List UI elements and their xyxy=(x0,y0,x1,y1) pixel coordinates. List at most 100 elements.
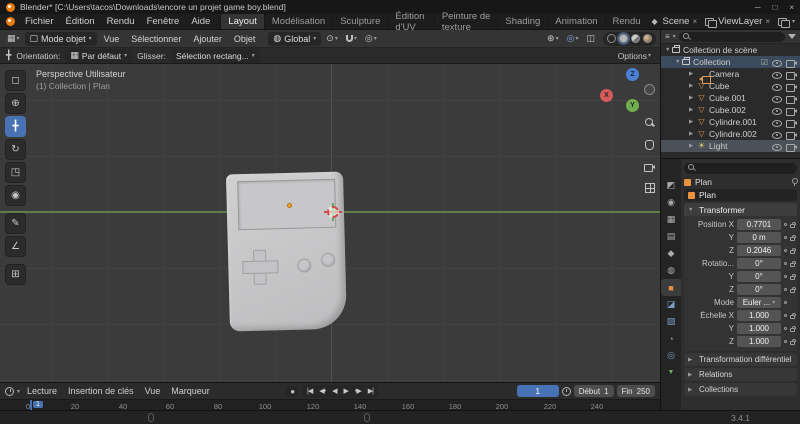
outliner-item-light[interactable]: ▶ ☀ Light xyxy=(661,140,800,152)
scale-x-field[interactable]: 1.000 xyxy=(737,310,781,321)
lock-icon[interactable] xyxy=(790,328,795,332)
camera-visibility-icon[interactable] xyxy=(786,82,797,91)
orientation-default-dropdown[interactable]: ▦ Par défaut ▾ xyxy=(65,49,132,63)
tab-tool-icon[interactable]: ◩ xyxy=(661,177,681,194)
rotation-z-field[interactable]: 0° xyxy=(737,284,781,295)
lock-icon[interactable] xyxy=(790,237,795,241)
outliner-item-cylindre-001[interactable]: ▶ ▽ Cylindre.001 xyxy=(661,116,800,128)
animate-dot[interactable] xyxy=(784,262,787,265)
camera-visibility-icon[interactable] xyxy=(786,70,797,79)
mode-dropdown[interactable]: ▢ Mode objet ▾ xyxy=(25,32,97,46)
lock-icon[interactable] xyxy=(790,224,795,228)
animate-dot[interactable] xyxy=(784,288,787,291)
camera-view-icon[interactable] xyxy=(644,162,655,171)
collection-checkbox[interactable]: ☑ xyxy=(761,58,768,67)
section-collections[interactable]: ▶ Collections xyxy=(684,383,797,396)
options-dropdown[interactable]: Options ▾ xyxy=(615,51,654,61)
camera-visibility-icon[interactable] xyxy=(786,106,797,115)
blender-menu-logo[interactable] xyxy=(6,17,15,26)
viewlayer-unlink-icon[interactable]: × xyxy=(765,17,770,26)
show-overlays-toggle[interactable]: ◎ ▾ xyxy=(564,34,582,43)
lock-icon[interactable] xyxy=(790,315,795,319)
outliner-row-scene-collection[interactable]: ▼ Collection de scène xyxy=(661,44,800,56)
gizmo-x-axis[interactable]: X xyxy=(600,89,613,102)
rotation-x-field[interactable]: 0° xyxy=(737,258,781,269)
lock-icon[interactable] xyxy=(790,289,795,293)
disclosure-icon[interactable]: ▶ xyxy=(689,95,696,101)
menu-vue[interactable]: Vue xyxy=(99,34,125,44)
menu-fenetre[interactable]: Fenêtre xyxy=(141,14,186,29)
object-name-field[interactable]: Plan xyxy=(684,189,797,201)
menu-marqueur[interactable]: Marqueur xyxy=(167,386,214,396)
disclosure-icon[interactable]: ▶ xyxy=(689,83,696,89)
scale-z-field[interactable]: 1.000 xyxy=(737,336,781,347)
gizmo-z-axis[interactable]: Z xyxy=(626,68,639,81)
tab-layout[interactable]: Layout xyxy=(220,14,264,29)
eye-icon[interactable] xyxy=(772,82,782,90)
shading-wireframe-button[interactable] xyxy=(607,34,616,43)
section-delta-transform[interactable]: ▶ Transformation différentiel xyxy=(684,353,797,366)
viewlayer-selector[interactable]: ViewLayer × xyxy=(701,16,774,27)
animate-dot[interactable] xyxy=(784,249,787,252)
tab-scene-icon[interactable]: ◆ xyxy=(661,245,681,262)
drag-mode-dropdown[interactable]: Sélection rectang... ▾ xyxy=(171,49,260,63)
tab-rendu[interactable]: Rendu xyxy=(605,14,648,29)
next-keyframe-button[interactable]: •▶ xyxy=(352,387,364,395)
disclosure-icon[interactable]: ▶ xyxy=(689,119,696,125)
eye-icon[interactable] xyxy=(772,106,782,114)
disclosure-icon[interactable]: ▶ xyxy=(689,71,696,77)
gizmo-negative-axis[interactable] xyxy=(644,84,655,95)
animate-dot[interactable] xyxy=(784,223,787,226)
close-button[interactable]: × xyxy=(789,3,794,12)
snapping-toggle[interactable]: ▾ xyxy=(343,35,360,42)
tab-world-icon[interactable]: ◍ xyxy=(661,262,681,279)
tab-shading[interactable]: Shading xyxy=(497,14,547,29)
tab-physics-icon[interactable]: ◔ xyxy=(661,330,681,347)
tool-rotate[interactable]: ↻ xyxy=(5,139,26,160)
renderlayer-icon[interactable] xyxy=(778,18,788,26)
gameboy-model[interactable] xyxy=(226,171,347,331)
animate-dot[interactable] xyxy=(784,275,787,278)
disclosure-icon[interactable]: ▼ xyxy=(665,47,672,53)
disclosure-icon[interactable]: ▼ xyxy=(675,59,682,65)
minimize-button[interactable]: ─ xyxy=(755,3,761,12)
outliner-search-input[interactable] xyxy=(679,32,785,42)
tab-peinture-texture[interactable]: Peinture de texture xyxy=(434,14,498,29)
tool-add-cube[interactable]: ⊞ xyxy=(5,264,26,285)
eye-icon[interactable] xyxy=(772,130,782,138)
camera-visibility-icon[interactable] xyxy=(786,94,797,103)
filter-icon[interactable] xyxy=(788,34,796,39)
tab-animation[interactable]: Animation xyxy=(547,14,604,29)
tab-viewlayer-icon[interactable]: ▤ xyxy=(661,228,681,245)
eye-icon[interactable] xyxy=(772,118,782,126)
lock-icon[interactable] xyxy=(790,250,795,254)
tool-select-box[interactable]: ◻ xyxy=(5,70,26,91)
animate-dot[interactable] xyxy=(784,340,787,343)
current-frame-field[interactable]: 1 xyxy=(517,385,559,397)
timeline-editor-icon[interactable] xyxy=(5,387,14,396)
tool-move[interactable]: ╋ xyxy=(5,116,26,137)
pivot-point-button[interactable]: ⊙ ▾ xyxy=(323,34,341,43)
menu-aide[interactable]: Aide xyxy=(185,14,216,29)
animate-dot[interactable] xyxy=(784,314,787,317)
disclosure-icon[interactable]: ▶ xyxy=(689,131,696,137)
pan-hand-icon[interactable] xyxy=(645,140,654,150)
camera-visibility-icon[interactable] xyxy=(786,130,797,139)
menu-vue-timeline[interactable]: Vue xyxy=(141,386,165,396)
camera-visibility-icon[interactable] xyxy=(786,58,797,67)
gizmo-y-axis[interactable]: Y xyxy=(626,99,639,112)
jump-end-button[interactable]: ▶| xyxy=(365,387,376,395)
breadcrumb-object[interactable]: Plan xyxy=(695,177,712,187)
shading-material-button[interactable] xyxy=(631,34,640,43)
outliner-item-cylindre-002[interactable]: ▶ ▽ Cylindre.002 xyxy=(661,128,800,140)
navigation-gizmo[interactable]: Z X Y xyxy=(600,68,658,114)
properties-search-input[interactable] xyxy=(684,163,797,174)
outliner-item-cube-001[interactable]: ▶ ▽ Cube.001 xyxy=(661,92,800,104)
lock-icon[interactable] xyxy=(790,276,795,280)
outliner-row-collection[interactable]: ▼ Collection ☑ xyxy=(661,56,800,68)
menu-insertion-cles[interactable]: Insertion de clés xyxy=(64,386,138,396)
outliner-editor-icon[interactable]: ≡ xyxy=(665,33,670,41)
maximize-button[interactable]: □ xyxy=(772,3,777,12)
disclosure-icon[interactable]: ▶ xyxy=(689,143,696,149)
menu-lecture[interactable]: Lecture xyxy=(23,386,61,396)
